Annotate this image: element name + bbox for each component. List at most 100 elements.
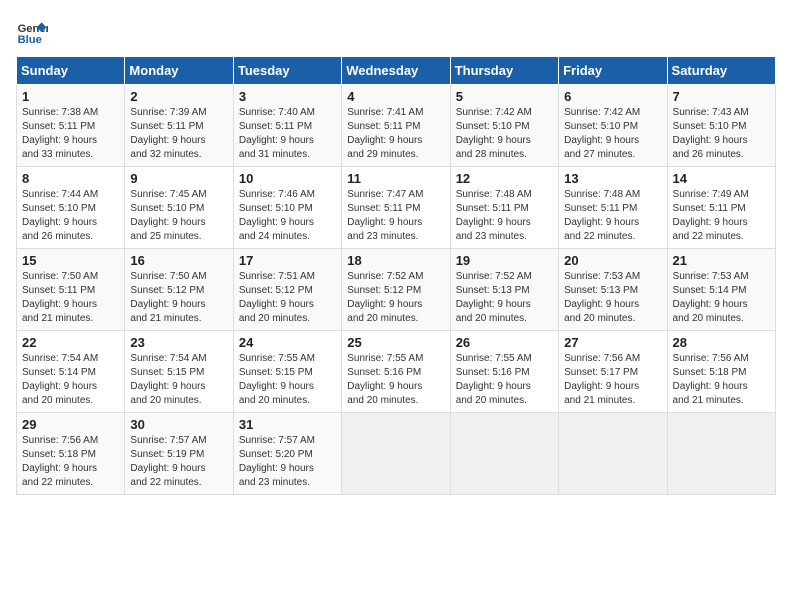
- day-number: 22: [22, 335, 119, 350]
- day-info: Sunrise: 7:55 AM Sunset: 5:16 PM Dayligh…: [456, 352, 553, 408]
- day-info: Sunrise: 7:57 AM Sunset: 5:19 PM Dayligh…: [130, 434, 227, 490]
- calendar-day-cell: 5 Sunrise: 7:42 AM Sunset: 5:10 PM Daylig…: [450, 85, 558, 167]
- calendar-day-cell: 20 Sunrise: 7:53 AM Sunset: 5:13 PM Dayli…: [559, 249, 667, 331]
- day-info: Sunrise: 7:51 AM Sunset: 5:12 PM Dayligh…: [239, 270, 336, 326]
- day-number: 25: [347, 335, 444, 350]
- day-info: Sunrise: 7:46 AM Sunset: 5:10 PM Dayligh…: [239, 188, 336, 244]
- calendar-week-row: 22 Sunrise: 7:54 AM Sunset: 5:14 PM Dayli…: [17, 331, 776, 413]
- day-number: 7: [673, 89, 770, 104]
- calendar-day-cell: [667, 413, 775, 495]
- weekday-header-cell: Saturday: [667, 57, 775, 85]
- day-info: Sunrise: 7:41 AM Sunset: 5:11 PM Dayligh…: [347, 106, 444, 162]
- day-info: Sunrise: 7:50 AM Sunset: 5:11 PM Dayligh…: [22, 270, 119, 326]
- day-info: Sunrise: 7:49 AM Sunset: 5:11 PM Dayligh…: [673, 188, 770, 244]
- calendar-day-cell: 3Sunrise: 7:40 AM Sunset: 5:11 PM Daylig…: [233, 85, 341, 167]
- svg-text:Blue: Blue: [18, 34, 42, 46]
- day-info: Sunrise: 7:44 AM Sunset: 5:10 PM Dayligh…: [22, 188, 119, 244]
- weekday-header-cell: Wednesday: [342, 57, 450, 85]
- weekday-header-cell: Sunday: [17, 57, 125, 85]
- day-number: 13: [564, 171, 661, 186]
- calendar-day-cell: 16 Sunrise: 7:50 AM Sunset: 5:12 PM Dayli…: [125, 249, 233, 331]
- day-number: 12: [456, 171, 553, 186]
- weekday-header-cell: Friday: [559, 57, 667, 85]
- calendar-day-cell: 15 Sunrise: 7:50 AM Sunset: 5:11 PM Dayli…: [17, 249, 125, 331]
- day-number: 3: [239, 89, 336, 104]
- day-number: 19: [456, 253, 553, 268]
- day-info: Sunrise: 7:38 AM Sunset: 5:11 PM Dayligh…: [22, 106, 119, 162]
- calendar-day-cell: 12Sunrise: 7:48 AM Sunset: 5:11 PM Dayli…: [450, 167, 558, 249]
- calendar-day-cell: 26 Sunrise: 7:55 AM Sunset: 5:16 PM Dayli…: [450, 331, 558, 413]
- calendar-week-row: 15 Sunrise: 7:50 AM Sunset: 5:11 PM Dayli…: [17, 249, 776, 331]
- calendar-day-cell: 28 Sunrise: 7:56 AM Sunset: 5:18 PM Dayli…: [667, 331, 775, 413]
- day-number: 24: [239, 335, 336, 350]
- weekday-header-cell: Monday: [125, 57, 233, 85]
- calendar-day-cell: 29 Sunrise: 7:56 AM Sunset: 5:18 PM Dayli…: [17, 413, 125, 495]
- day-info: Sunrise: 7:55 AM Sunset: 5:15 PM Dayligh…: [239, 352, 336, 408]
- day-number: 29: [22, 417, 119, 432]
- calendar-day-cell: 13 Sunrise: 7:48 AM Sunset: 5:11 PM Dayli…: [559, 167, 667, 249]
- calendar-day-cell: 24 Sunrise: 7:55 AM Sunset: 5:15 PM Dayli…: [233, 331, 341, 413]
- day-info: Sunrise: 7:52 AM Sunset: 5:12 PM Dayligh…: [347, 270, 444, 326]
- day-info: Sunrise: 7:57 AM Sunset: 5:20 PM Dayligh…: [239, 434, 336, 490]
- day-number: 26: [456, 335, 553, 350]
- day-info: Sunrise: 7:53 AM Sunset: 5:13 PM Dayligh…: [564, 270, 661, 326]
- calendar-day-cell: 18 Sunrise: 7:52 AM Sunset: 5:12 PM Dayli…: [342, 249, 450, 331]
- day-info: Sunrise: 7:55 AM Sunset: 5:16 PM Dayligh…: [347, 352, 444, 408]
- calendar-day-cell: 6 Sunrise: 7:42 AM Sunset: 5:10 PM Daylig…: [559, 85, 667, 167]
- calendar-day-cell: 19 Sunrise: 7:52 AM Sunset: 5:13 PM Dayli…: [450, 249, 558, 331]
- logo: General Blue: [16, 16, 52, 48]
- day-number: 20: [564, 253, 661, 268]
- day-number: 4: [347, 89, 444, 104]
- day-info: Sunrise: 7:53 AM Sunset: 5:14 PM Dayligh…: [673, 270, 770, 326]
- day-number: 18: [347, 253, 444, 268]
- calendar-day-cell: 2 Sunrise: 7:39 AM Sunset: 5:11 PM Daylig…: [125, 85, 233, 167]
- weekday-header-cell: Thursday: [450, 57, 558, 85]
- day-info: Sunrise: 7:56 AM Sunset: 5:18 PM Dayligh…: [673, 352, 770, 408]
- day-number: 30: [130, 417, 227, 432]
- day-info: Sunrise: 7:52 AM Sunset: 5:13 PM Dayligh…: [456, 270, 553, 326]
- calendar-day-cell: 27Sunrise: 7:56 AM Sunset: 5:17 PM Dayli…: [559, 331, 667, 413]
- calendar-day-cell: 10Sunrise: 7:46 AM Sunset: 5:10 PM Dayli…: [233, 167, 341, 249]
- day-number: 6: [564, 89, 661, 104]
- calendar-day-cell: 30 Sunrise: 7:57 AM Sunset: 5:19 PM Dayli…: [125, 413, 233, 495]
- day-number: 28: [673, 335, 770, 350]
- calendar-day-cell: 1 Sunrise: 7:38 AM Sunset: 5:11 PM Daylig…: [17, 85, 125, 167]
- day-number: 16: [130, 253, 227, 268]
- day-number: 9: [130, 171, 227, 186]
- calendar-day-cell: 7Sunrise: 7:43 AM Sunset: 5:10 PM Daylig…: [667, 85, 775, 167]
- day-info: Sunrise: 7:39 AM Sunset: 5:11 PM Dayligh…: [130, 106, 227, 162]
- calendar-day-cell: 17 Sunrise: 7:51 AM Sunset: 5:12 PM Dayli…: [233, 249, 341, 331]
- calendar-day-cell: 9Sunrise: 7:45 AM Sunset: 5:10 PM Daylig…: [125, 167, 233, 249]
- day-number: 11: [347, 171, 444, 186]
- day-number: 23: [130, 335, 227, 350]
- day-info: Sunrise: 7:50 AM Sunset: 5:12 PM Dayligh…: [130, 270, 227, 326]
- day-number: 15: [22, 253, 119, 268]
- day-info: Sunrise: 7:42 AM Sunset: 5:10 PM Dayligh…: [564, 106, 661, 162]
- weekday-header-row: SundayMondayTuesdayWednesdayThursdayFrid…: [17, 57, 776, 85]
- day-number: 31: [239, 417, 336, 432]
- day-info: Sunrise: 7:54 AM Sunset: 5:15 PM Dayligh…: [130, 352, 227, 408]
- calendar-week-row: 29 Sunrise: 7:56 AM Sunset: 5:18 PM Dayli…: [17, 413, 776, 495]
- logo-icon: General Blue: [16, 16, 48, 48]
- page-header: General Blue: [16, 16, 776, 48]
- day-info: Sunrise: 7:42 AM Sunset: 5:10 PM Dayligh…: [456, 106, 553, 162]
- day-number: 2: [130, 89, 227, 104]
- calendar-day-cell: 21Sunrise: 7:53 AM Sunset: 5:14 PM Dayli…: [667, 249, 775, 331]
- calendar-day-cell: [450, 413, 558, 495]
- day-info: Sunrise: 7:56 AM Sunset: 5:17 PM Dayligh…: [564, 352, 661, 408]
- calendar-day-cell: 11 Sunrise: 7:47 AM Sunset: 5:11 PM Dayli…: [342, 167, 450, 249]
- calendar-day-cell: 31 Sunrise: 7:57 AM Sunset: 5:20 PM Dayli…: [233, 413, 341, 495]
- calendar-week-row: 1 Sunrise: 7:38 AM Sunset: 5:11 PM Daylig…: [17, 85, 776, 167]
- calendar-day-cell: [559, 413, 667, 495]
- day-info: Sunrise: 7:54 AM Sunset: 5:14 PM Dayligh…: [22, 352, 119, 408]
- day-info: Sunrise: 7:56 AM Sunset: 5:18 PM Dayligh…: [22, 434, 119, 490]
- day-info: Sunrise: 7:47 AM Sunset: 5:11 PM Dayligh…: [347, 188, 444, 244]
- weekday-header-cell: Tuesday: [233, 57, 341, 85]
- calendar-day-cell: 23 Sunrise: 7:54 AM Sunset: 5:15 PM Dayli…: [125, 331, 233, 413]
- calendar-day-cell: 14Sunrise: 7:49 AM Sunset: 5:11 PM Dayli…: [667, 167, 775, 249]
- day-number: 1: [22, 89, 119, 104]
- calendar-day-cell: 25 Sunrise: 7:55 AM Sunset: 5:16 PM Dayli…: [342, 331, 450, 413]
- day-number: 5: [456, 89, 553, 104]
- day-number: 17: [239, 253, 336, 268]
- day-info: Sunrise: 7:48 AM Sunset: 5:11 PM Dayligh…: [564, 188, 661, 244]
